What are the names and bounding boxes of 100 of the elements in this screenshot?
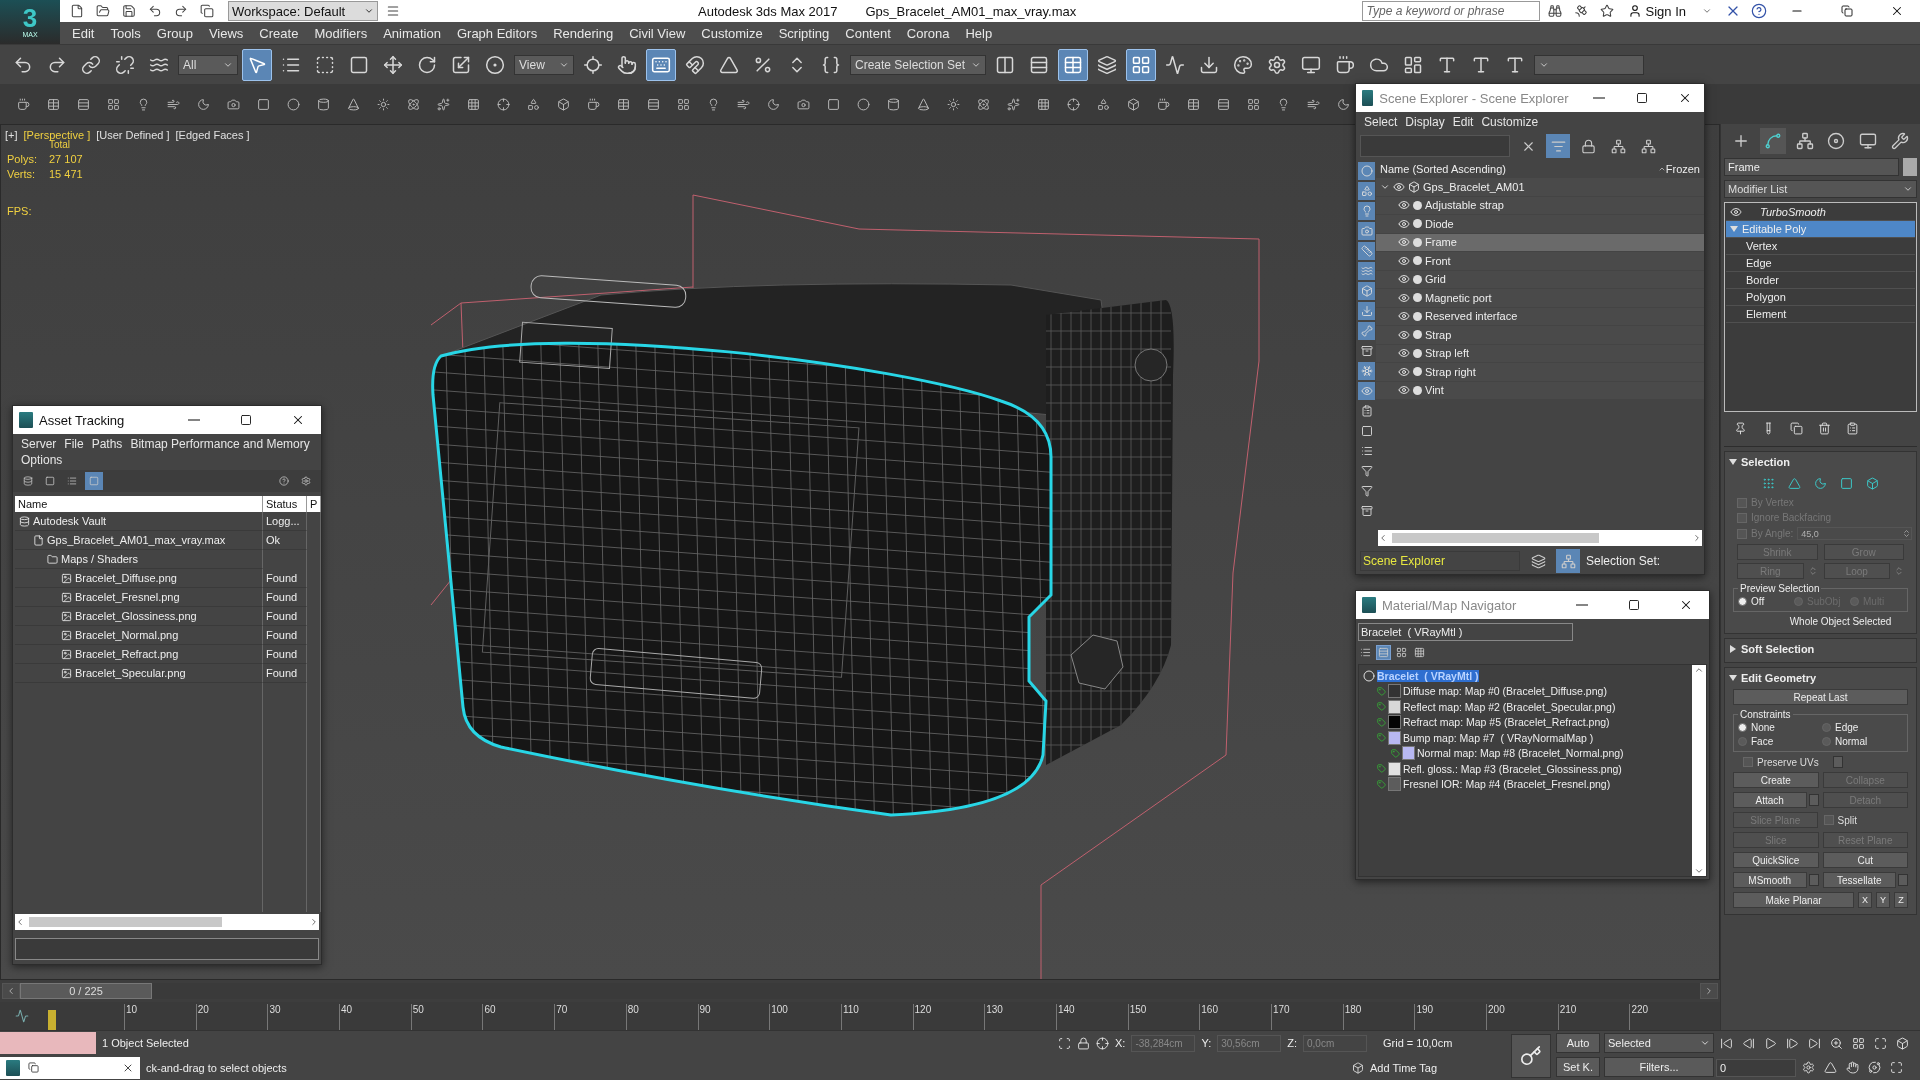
scene-tree-item[interactable]: Magnetic port <box>1376 289 1704 307</box>
workspace-dropdown[interactable]: Workspace: Default <box>228 1 378 21</box>
file-name-cell[interactable]: Bracelet_Fresnel.png <box>15 588 263 607</box>
menu-item[interactable]: Paths <box>87 436 127 452</box>
menu-item[interactable]: File <box>60 436 88 452</box>
file-name-cell[interactable]: Autodesk Vault <box>15 512 263 531</box>
menu-item[interactable]: Group <box>148 22 201 44</box>
rollout-button[interactable]: QuickSlice <box>1733 852 1819 868</box>
rollout-button[interactable]: Attach <box>1733 792 1807 808</box>
radio-option[interactable]: Edge <box>1822 722 1903 733</box>
key-filter-dropdown[interactable]: Selected <box>1604 1033 1714 1053</box>
file-name-cell[interactable]: Bracelet_Refract.png <box>15 645 263 664</box>
subobject-level-item[interactable]: Polygon <box>1726 289 1915 306</box>
add-time-tag-button[interactable]: Add Time Tag <box>1370 1061 1438 1074</box>
radio-option[interactable]: Face <box>1738 736 1819 747</box>
subobject-level-item[interactable]: Border <box>1726 272 1915 289</box>
menu-item[interactable]: Server <box>17 436 61 452</box>
file-name-cell[interactable]: Bracelet_Diffuse.png <box>15 569 263 588</box>
material-tree-item[interactable]: Normal map: Map #8 (Bracelet_Normal.png) <box>1417 747 1624 760</box>
scene-tree-item[interactable]: Grid <box>1376 270 1704 288</box>
time-slider-thumb[interactable]: 0 / 225 <box>20 983 152 999</box>
menu-item[interactable]: Customize <box>693 22 771 44</box>
radio-option[interactable]: Normal <box>1822 736 1903 747</box>
axis-button[interactable]: Z <box>1894 892 1908 908</box>
toolbar-dropdown[interactable]: All <box>178 54 238 75</box>
track-bar[interactable]: 10 20 30 40 50 60 70 80 90 100 110 120 130 140 150 160 170 180 190 200 210 220 <box>0 1002 1720 1030</box>
axis-button[interactable]: Y <box>1876 892 1890 908</box>
menu-item[interactable]: Bitmap Performance and Memory <box>126 436 314 452</box>
menu-item[interactable]: Animation <box>375 22 449 44</box>
rollout-header[interactable]: Edit Geometry <box>1729 671 1912 685</box>
radio-option[interactable]: None <box>1738 722 1819 733</box>
toolbar-dropdown[interactable]: View <box>514 54 574 75</box>
axis-button[interactable]: X <box>1858 892 1872 908</box>
menu-item[interactable]: Tools <box>102 22 149 44</box>
scene-tree-item[interactable]: Frame <box>1376 233 1704 251</box>
menu-item[interactable]: Corona <box>898 22 958 44</box>
viewport-label[interactable]: [Perspective ] <box>23 129 91 141</box>
rollout-button[interactable]: Cut <box>1822 852 1908 868</box>
frame-field[interactable]: 0 <box>1716 1058 1796 1077</box>
menu-item[interactable]: Content <box>837 22 899 44</box>
viewport-label[interactable]: [Edged Faces ] <box>175 129 250 141</box>
file-name-cell[interactable]: Bracelet_Specular.png <box>15 664 263 683</box>
material-tree-item[interactable]: Fresnel IOR: Map #4 (Bracelet_Fresnel.png) <box>1403 778 1611 791</box>
scene-tree-item[interactable]: Strap <box>1376 326 1704 344</box>
menu-item[interactable]: Views <box>200 22 252 44</box>
viewport-label[interactable]: [+] <box>5 129 18 141</box>
file-name-cell[interactable]: Bracelet_Normal.png <box>15 626 263 645</box>
modifier-list-dropdown[interactable]: Modifier List <box>1724 180 1917 198</box>
menu-item[interactable]: Scripting <box>770 22 838 44</box>
column-header[interactable]: Frozen <box>1665 163 1700 175</box>
menu-item[interactable]: Rendering <box>545 22 622 44</box>
scene-tree-item[interactable]: Front <box>1376 252 1704 270</box>
scene-tree-item[interactable]: Diode <box>1376 215 1704 233</box>
material-tree-item[interactable]: Refl. gloss.: Map #3 (Bracelet_Glossiness.png) <box>1403 762 1622 775</box>
set-key-mode-button[interactable]: Set K. <box>1556 1057 1600 1077</box>
menu-item[interactable]: Create <box>251 22 307 44</box>
rollout-button[interactable]: Create <box>1733 772 1819 788</box>
object-name-field[interactable]: Frame <box>1724 158 1899 176</box>
rollout-header[interactable]: Soft Selection <box>1729 642 1912 656</box>
column-header[interactable]: Name (Sorted Ascending) <box>1380 163 1506 175</box>
menu-item[interactable]: Graph Editors <box>448 22 546 44</box>
rollout-button[interactable]: Make Planar <box>1733 892 1854 908</box>
menu-item[interactable]: Modifiers <box>306 22 376 44</box>
rollout-header[interactable]: Selection <box>1729 455 1912 469</box>
subobject-level-item[interactable]: Element <box>1726 306 1915 323</box>
auto-key-button[interactable]: Auto <box>1556 1033 1600 1053</box>
file-name-cell[interactable]: Bracelet_Glossiness.png <box>15 607 263 626</box>
coordinate-label: Z: <box>1287 1037 1297 1050</box>
scene-tree-item[interactable]: Vint <box>1376 381 1704 399</box>
material-tree-item[interactable]: Refract map: Map #5 (Bracelet_Refract.png) <box>1403 716 1610 729</box>
filters-button[interactable]: Filters... <box>1604 1057 1714 1077</box>
subobject-level-item[interactable]: Edge <box>1726 255 1915 272</box>
sign-in-button[interactable]: Sign In <box>1621 3 1692 19</box>
repeat-last-button[interactable]: Repeat Last <box>1733 689 1908 705</box>
menu-item[interactable]: Help <box>957 22 1001 44</box>
scene-tree-item[interactable]: Gps_Bracelet_AM01 <box>1376 178 1704 196</box>
file-name-cell[interactable]: Maps / Shaders <box>15 550 263 569</box>
toolbar-dropdown[interactable]: Create Selection Set <box>850 54 987 75</box>
rollout-button[interactable]: MSmooth <box>1733 872 1807 888</box>
material-tree-item[interactable]: Reflect map: Map #2 (Bracelet_Specular.png) <box>1403 700 1616 713</box>
column-header[interactable]: Status <box>263 496 307 512</box>
column-header[interactable]: P <box>307 496 321 512</box>
file-name-cell[interactable]: Gps_Bracelet_AM01_max_vray.max <box>15 531 263 550</box>
subobject-level-item[interactable]: Vertex <box>1726 238 1915 255</box>
material-tree-item[interactable]: Bump map: Map #7 ( VRayNormalMap ) <box>1403 731 1594 744</box>
material-name-field[interactable]: Bracelet ( VRayMtl ) <box>1358 623 1573 641</box>
column-header[interactable]: Name <box>15 496 263 512</box>
viewport-label[interactable]: [User Defined ] <box>96 129 170 141</box>
scene-tree-item[interactable]: Strap right <box>1376 363 1704 381</box>
rollout-button[interactable]: Tessellate <box>1822 872 1896 888</box>
explorer-mode-field[interactable]: Scene Explorer <box>1360 551 1520 571</box>
menu-item[interactable]: Civil View <box>621 22 694 44</box>
scene-tree-item[interactable]: Strap left <box>1376 344 1704 362</box>
scene-tree-item[interactable]: Adjustable strap <box>1376 196 1704 214</box>
material-tree-item[interactable]: Diffuse map: Map #0 (Bracelet_Diffuse.png) <box>1403 685 1607 698</box>
search-field[interactable]: Type a keyword or phrase <box>1361 1 1540 21</box>
radio-option[interactable]: Off <box>1738 596 1791 607</box>
menu-item[interactable]: Options <box>17 452 67 468</box>
scene-tree-item[interactable]: Reserved interface <box>1376 307 1704 325</box>
menu-item[interactable]: Edit <box>64 22 103 44</box>
